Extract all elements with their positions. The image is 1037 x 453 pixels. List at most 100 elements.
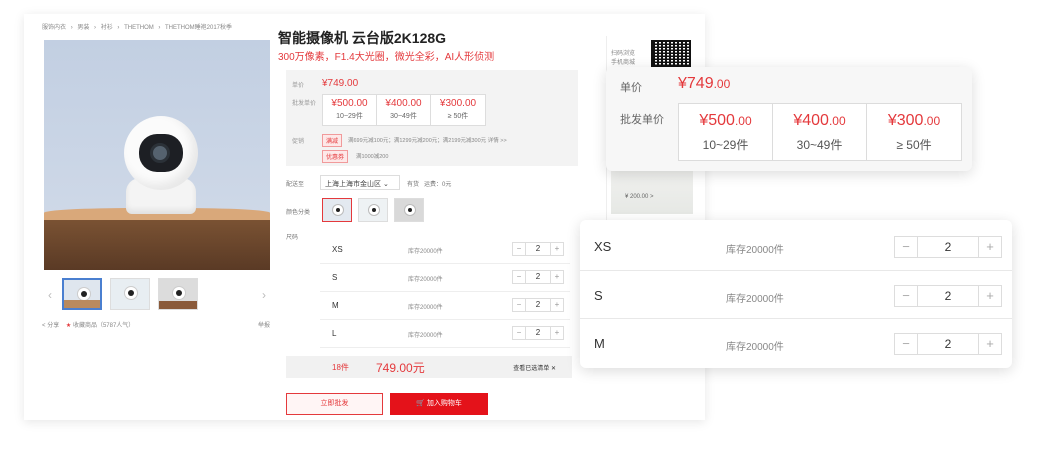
plus-button[interactable]: + — [551, 271, 563, 283]
quantity-input[interactable]: 2 — [525, 299, 551, 311]
size-name: S — [594, 288, 603, 303]
camera-icon — [369, 205, 379, 215]
popup-tier-3: ¥300.00 ≥ 50件 — [867, 104, 961, 160]
promo-tag-coupon[interactable]: 优惠券 — [322, 150, 349, 163]
size-row-m: M 库存20000件 − 2 + — [320, 292, 570, 320]
minus-button[interactable]: − — [513, 243, 525, 255]
thumbnail-1[interactable] — [62, 278, 102, 310]
minus-button[interactable]: − — [513, 327, 525, 339]
minus-button[interactable]: − — [513, 271, 525, 283]
wholesale-price-label: 批发单价 — [292, 101, 317, 107]
breadcrumb-separator: › — [70, 25, 73, 31]
breadcrumb-item[interactable]: THETHOM — [124, 25, 154, 31]
qr-label: 扫码浏览 手机商城 — [611, 50, 635, 68]
share-icon: < — [42, 323, 46, 329]
product-subtitle: 300万像素，F1.4大光圈，微光全彩，AI人形侦测 — [278, 52, 495, 63]
size-name: S — [332, 273, 338, 282]
shipping-fee: 运费：0元 — [424, 182, 452, 188]
quantity-stepper: − 2 + — [512, 242, 564, 256]
photo-table-base — [44, 220, 270, 270]
region-select[interactable]: 上海上海市金山区 ⌄ — [320, 175, 400, 190]
minus-button[interactable]: − — [513, 299, 525, 311]
add-to-cart-button[interactable]: 🛒 加入购物车 — [390, 393, 488, 415]
price-cents: .00 — [734, 114, 752, 128]
color-option-2[interactable] — [358, 198, 388, 222]
quantity-input[interactable]: 2 — [525, 243, 551, 255]
selected-count: 18件 — [332, 363, 349, 372]
quantity-input[interactable]: 2 — [917, 286, 979, 306]
thumbnail-3[interactable] — [158, 278, 198, 310]
quantity-input[interactable]: 2 — [917, 237, 979, 257]
thumbnail-2[interactable] — [110, 278, 150, 310]
qr-code-icon[interactable] — [651, 40, 691, 68]
popup-unit-price: ¥749.00 — [678, 75, 730, 93]
promo-text-discount[interactable]: 满699元减100元；满1299元减200元；满2199元减300元 详情 >> — [348, 136, 507, 144]
quantity-stepper: − 2 + — [512, 326, 564, 340]
breadcrumb-separator: › — [158, 25, 161, 31]
minus-button[interactable]: − — [895, 334, 917, 354]
qr-label-line-1: 扫码浏览 — [611, 51, 636, 57]
product-main-image[interactable] — [44, 40, 270, 270]
quantity-input[interactable]: 2 — [525, 327, 551, 339]
size-stock: 库存20000件 — [408, 249, 443, 255]
breadcrumb-separator: › — [94, 25, 97, 31]
product-title: 智能摄像机 云台版2K128G — [278, 30, 447, 46]
plus-button[interactable]: + — [979, 237, 1001, 257]
size-stock: 库存20000件 — [726, 245, 784, 256]
thumb-table — [64, 300, 100, 308]
favorite-link[interactable]: 收藏商品（5787人气） — [73, 323, 134, 329]
color-option-3[interactable] — [394, 198, 424, 222]
tier-qty: 10~29件 — [702, 138, 749, 152]
popup-size-row-s: S 库存20000件 − 2 + — [580, 270, 1012, 318]
camera-icon — [125, 287, 137, 299]
minus-button[interactable]: − — [895, 286, 917, 306]
breadcrumb-current: THETHOM睡袍2017秋季 — [164, 25, 232, 31]
chevron-right-icon[interactable]: › — [262, 288, 266, 302]
plus-button[interactable]: + — [979, 334, 1001, 354]
stock-status: 有货 — [407, 182, 420, 188]
plus-button[interactable]: + — [551, 243, 563, 255]
popup-tier-1: ¥500.00 10~29件 — [679, 104, 773, 160]
price-cents: .00 — [828, 114, 846, 128]
wholesale-now-button[interactable]: 立即批发 — [286, 393, 383, 415]
tier-price: ¥300.00 — [439, 98, 477, 109]
size-row-s: S 库存20000件 − 2 + — [320, 264, 570, 292]
plus-button[interactable]: + — [551, 327, 563, 339]
minus-button[interactable]: − — [895, 237, 917, 257]
quantity-input[interactable]: 2 — [525, 271, 551, 283]
view-selected-list-link[interactable]: 查看已选清单 ✕ — [513, 363, 556, 372]
tier-qty: 30~49件 — [390, 113, 417, 120]
ship-to-label: 配送至 — [286, 182, 305, 188]
breadcrumb-item[interactable]: 男装 — [77, 25, 89, 31]
breadcrumb-item[interactable]: 服饰内衣 — [42, 25, 66, 31]
related-product-price[interactable]: ¥ 200.00 > — [625, 194, 654, 200]
share-row: < 分享 ★ 收藏商品（5787人气） 举报 — [42, 320, 270, 329]
price-panel: 单价 ¥749.00 批发单价 ¥500.00 10~29件 ¥400.00 3… — [286, 70, 578, 166]
plus-button[interactable]: + — [979, 286, 1001, 306]
quantity-input[interactable]: 2 — [917, 334, 979, 354]
size-stock: 库存20000件 — [408, 277, 443, 283]
quantity-stepper: − 2 + — [512, 270, 564, 284]
color-option-1[interactable] — [322, 198, 352, 222]
size-name: XS — [332, 245, 343, 254]
size-stock: 库存20000件 — [408, 333, 443, 339]
breadcrumb-item[interactable]: 衬衫 — [101, 25, 113, 31]
chevron-left-icon[interactable]: ‹ — [48, 288, 52, 302]
report-link[interactable]: 举报 — [258, 320, 270, 329]
promo-tag-discount: 满减 — [322, 134, 343, 147]
size-name: XS — [594, 239, 612, 254]
stock-shipping-info: 有货 运费：0元 — [407, 179, 451, 188]
popup-wholesale-label: 批发单价 — [620, 114, 664, 126]
popup-tier-table: ¥500.00 10~29件 ¥400.00 30~49件 ¥300.00 ≥ … — [678, 103, 962, 161]
price-cents: .00 — [923, 114, 941, 128]
share-link[interactable]: 分享 — [47, 323, 59, 329]
popup-size-row-xs: XS 库存20000件 − 2 + — [580, 222, 1012, 270]
star-icon: ★ — [65, 323, 72, 329]
plus-button[interactable]: + — [551, 299, 563, 311]
price-cents: .00 — [713, 77, 731, 91]
tier-qty: 30~49件 — [796, 138, 843, 152]
tier-qty: ≥ 50件 — [447, 113, 469, 120]
size-row-xs: XS 库存20000件 − 2 + — [320, 236, 570, 264]
promo-text-coupon: 满1000减200 — [356, 154, 389, 160]
tier-2: ¥400.00 30~49件 — [377, 95, 431, 125]
